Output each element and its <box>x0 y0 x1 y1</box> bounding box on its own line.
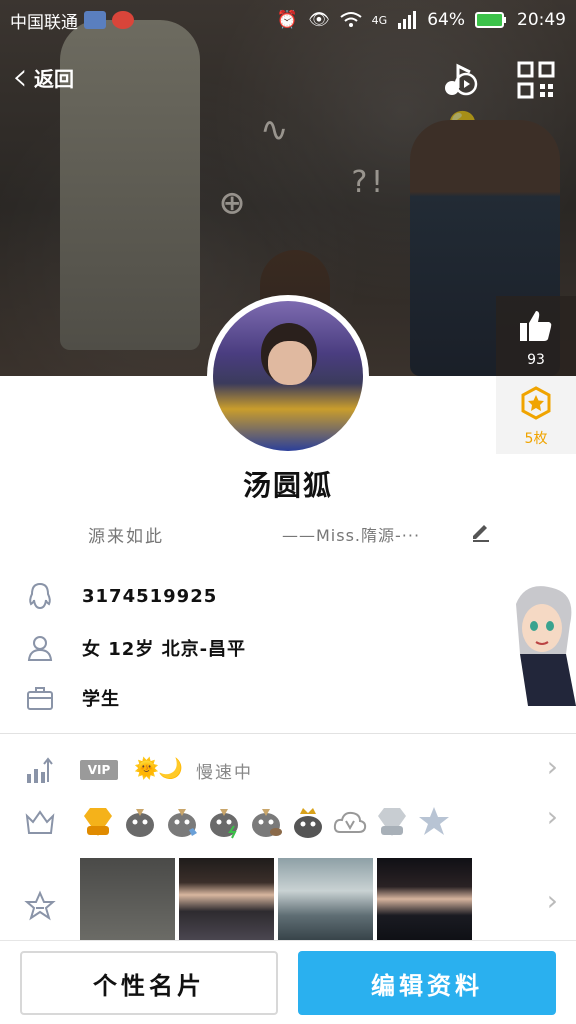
star-medal-icon <box>419 807 449 835</box>
penguin-medal-icon <box>126 809 154 837</box>
music-note-icon[interactable] <box>440 60 480 100</box>
alarm-icon: ⏰ <box>276 10 299 30</box>
occupation: 学生 <box>82 689 120 710</box>
badge-count: 5枚 <box>524 431 548 447</box>
carrier-label: 中国联通 <box>10 12 78 33</box>
qq-number-row: 3174519925 <box>0 574 576 618</box>
edit-profile-button[interactable]: 编辑资料 <box>298 951 556 1015</box>
avatar-photo <box>213 301 363 451</box>
battery-percent: 64% <box>427 10 465 30</box>
battery-icon <box>475 12 506 28</box>
gold-diamond-icon <box>84 808 112 836</box>
signature-right[interactable]: ——Miss.隋源-··· <box>282 522 420 546</box>
briefcase-icon <box>27 687 53 710</box>
thumbs-up-icon <box>520 311 552 341</box>
pencil-icon[interactable] <box>470 520 492 542</box>
eye-icon: 👁 <box>308 10 330 30</box>
moon-icon: 🌙 <box>158 756 183 780</box>
photo-thumbnail[interactable] <box>377 858 472 940</box>
vip-status: 慢速中 <box>196 763 253 783</box>
penguin-medal-icon <box>168 809 197 837</box>
chevron-right-icon: › <box>546 750 558 783</box>
badge-button[interactable]: 5枚 <box>496 376 576 454</box>
penguin-medal-icon <box>210 809 238 839</box>
chalk-doodle: ⊕ <box>220 180 245 226</box>
details-row: 女 12岁 北京-昌平 <box>0 626 576 670</box>
user-details: 女 12岁 北京-昌平 <box>82 639 247 660</box>
crown-icon <box>25 810 55 834</box>
photo-thumbnail[interactable] <box>179 858 274 940</box>
nickname: 汤圆狐 <box>242 469 333 502</box>
occupation-row: 学生 <box>0 676 576 720</box>
cloud-v-icon <box>333 811 367 833</box>
back-label: 返回 <box>34 66 74 91</box>
medal-list <box>80 800 452 844</box>
signal-icon <box>398 11 417 29</box>
top-nav: ‹ 返回 <box>0 52 576 108</box>
avatar-face <box>268 341 312 385</box>
section-divider <box>0 733 576 734</box>
app-notification-icon <box>84 11 106 29</box>
photo-thumbnail[interactable] <box>80 858 175 940</box>
level-up-icon <box>27 757 53 783</box>
chevron-left-icon: ‹ <box>12 54 28 100</box>
back-button[interactable]: ‹ 返回 <box>12 54 74 100</box>
vip-badge: VIP <box>80 760 118 780</box>
bottom-bar: 个性名片 编辑资料 <box>0 940 576 1024</box>
penguin-crown-medal-icon <box>294 808 322 838</box>
sticker-character <box>516 586 576 706</box>
signature-left: 源来如此 <box>88 527 164 547</box>
like-count: 93 <box>527 352 545 368</box>
person-icon <box>27 636 53 661</box>
qq-number: 3174519925 <box>82 585 218 607</box>
like-button[interactable]: 93 <box>496 296 576 376</box>
chalk-doodle: ?! <box>350 165 387 200</box>
weibo-icon <box>112 11 134 29</box>
silver-diamond-icon <box>378 808 406 836</box>
photo-strip <box>80 858 472 940</box>
star-icon <box>24 890 56 921</box>
like-panel: 93 5枚 <box>496 296 576 454</box>
status-bar: 中国联通 ⏰ 👁 4G 64% 20:49 <box>0 0 576 40</box>
sun-icon: 🌞 <box>134 756 159 780</box>
chevron-right-icon: › <box>546 884 558 917</box>
avatar[interactable] <box>207 295 369 457</box>
clock-label: 20:49 <box>517 10 566 30</box>
wifi-icon <box>340 12 362 27</box>
vip-row[interactable]: VIP 🌞 🌙 慢速中 › <box>0 748 576 792</box>
chalk-doodle: ∿ <box>260 110 289 150</box>
penguin-icon <box>29 582 51 610</box>
personal-card-button[interactable]: 个性名片 <box>20 951 278 1015</box>
network-label: 4G <box>371 13 388 27</box>
chevron-right-icon: › <box>546 800 558 833</box>
penguin-medal-icon <box>252 809 282 837</box>
star-badge-icon <box>521 386 551 420</box>
photo-thumbnail[interactable] <box>278 858 373 940</box>
qr-code-icon[interactable] <box>516 60 556 100</box>
